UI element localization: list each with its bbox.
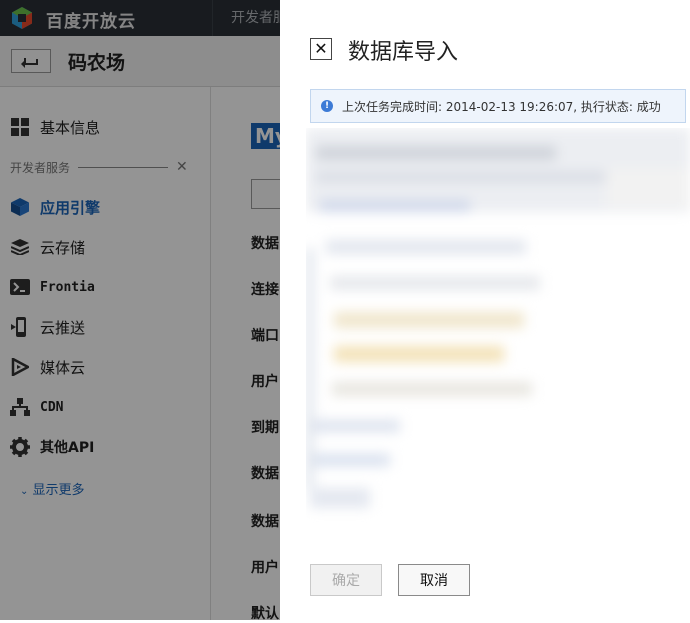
dialog-title: 数据库导入 [348,40,459,65]
cancel-button[interactable]: 取消 [398,564,470,596]
database-import-dialog: ✕ 数据库导入 ! 上次任务完成时间: 2014-02-13 19:26:07,… [280,0,690,620]
close-button[interactable]: ✕ [310,38,332,60]
close-icon: ✕ [314,39,328,58]
info-icon: ! [321,100,333,112]
last-task-status-text: 上次任务完成时间: 2014-02-13 19:26:07, 执行状态: 成功 [342,99,661,114]
confirm-button[interactable]: 确定 [310,564,382,596]
blurred-content-area [306,128,690,540]
last-task-info-bar: ! 上次任务完成时间: 2014-02-13 19:26:07, 执行状态: 成… [310,89,686,123]
blurred-content [306,128,690,540]
